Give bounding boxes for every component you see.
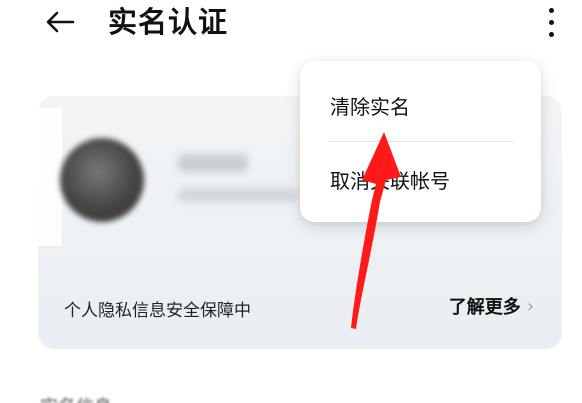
- menu-item-clear-real-name[interactable]: 清除实名: [300, 75, 541, 135]
- chevron-right-icon: ›: [526, 295, 534, 317]
- blurred-name: [178, 154, 248, 172]
- arrow-left-icon: [46, 11, 75, 33]
- more-vertical-icon-dot: [548, 19, 554, 25]
- section-label: 实名信息: [40, 393, 150, 403]
- screen: 实名认证 个人隐私信息安全保障中 了解更多 › 实名信息 清除实名 取消关联帐号: [0, 0, 582, 403]
- menu-item-unlink-account[interactable]: 取消关联帐号: [300, 149, 541, 209]
- avatar: [60, 138, 144, 222]
- back-button[interactable]: [40, 2, 80, 42]
- learn-more-link[interactable]: 了解更多 ›: [449, 293, 534, 319]
- privacy-notice-text: 个人隐私信息安全保障中: [64, 301, 251, 321]
- more-options-button[interactable]: [536, 2, 566, 42]
- blurred-id-info: [178, 188, 298, 202]
- overflow-menu: 清除实名 取消关联帐号: [300, 61, 541, 222]
- menu-divider: [328, 141, 514, 142]
- learn-more-label: 了解更多: [448, 297, 521, 318]
- more-vertical-icon-dot: [548, 31, 554, 37]
- more-vertical-icon: [548, 7, 554, 13]
- card-glare: [38, 108, 62, 246]
- page-title: 实名认证: [108, 5, 229, 39]
